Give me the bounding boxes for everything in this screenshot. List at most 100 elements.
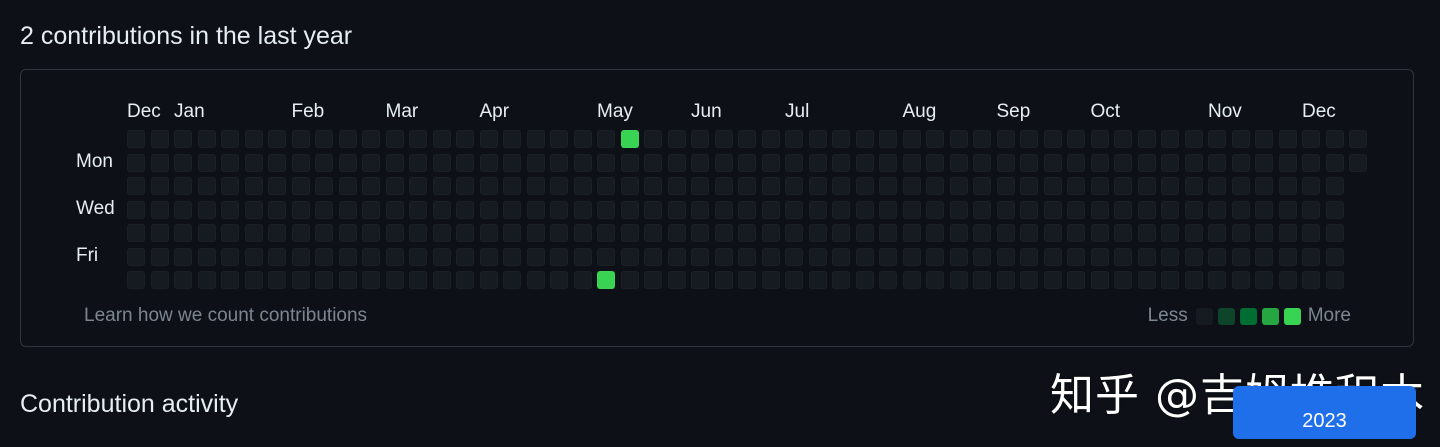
day-cell[interactable] [526, 153, 545, 172]
day-cell[interactable] [855, 130, 874, 148]
day-cell[interactable] [244, 271, 263, 289]
day-cell[interactable] [1325, 177, 1344, 195]
day-cell[interactable] [738, 177, 756, 195]
day-cell[interactable] [644, 247, 662, 266]
day-cell[interactable] [526, 200, 545, 219]
day-cell[interactable] [597, 271, 615, 289]
day-cell[interactable] [973, 177, 991, 195]
day-cell[interactable] [1114, 224, 1132, 242]
day-cell[interactable] [1255, 271, 1273, 289]
day-cell[interactable] [456, 224, 474, 242]
day-cell[interactable] [1255, 200, 1273, 219]
day-cell[interactable] [597, 247, 615, 266]
day-cell[interactable] [949, 247, 968, 266]
day-cell[interactable] [926, 153, 944, 172]
day-cell[interactable] [714, 200, 733, 219]
day-cell[interactable] [550, 200, 568, 219]
day-cell[interactable] [338, 271, 357, 289]
day-cell[interactable] [1208, 177, 1226, 195]
day-cell[interactable] [973, 224, 991, 242]
day-cell[interactable] [1231, 153, 1250, 172]
day-cell[interactable] [597, 177, 615, 195]
day-cell[interactable] [550, 247, 568, 266]
day-cell[interactable] [338, 200, 357, 219]
day-cell[interactable] [902, 153, 921, 172]
day-cell[interactable] [738, 271, 756, 289]
day-cell[interactable] [268, 247, 286, 266]
day-cell[interactable] [1090, 153, 1109, 172]
day-cell[interactable] [1043, 224, 1062, 242]
day-cell[interactable] [902, 200, 921, 219]
day-cell[interactable] [1278, 271, 1297, 289]
day-cell[interactable] [1208, 153, 1226, 172]
day-cell[interactable] [385, 224, 404, 242]
day-cell[interactable] [526, 247, 545, 266]
day-cell[interactable] [479, 177, 498, 195]
day-cell[interactable] [691, 271, 709, 289]
day-cell[interactable] [832, 130, 850, 148]
day-cell[interactable] [1067, 130, 1085, 148]
day-cell[interactable] [1184, 177, 1203, 195]
day-cell[interactable] [315, 224, 333, 242]
day-cell[interactable] [244, 130, 263, 148]
day-cell[interactable] [1067, 224, 1085, 242]
day-cell[interactable] [127, 130, 145, 148]
day-cell[interactable] [479, 247, 498, 266]
day-cell[interactable] [244, 153, 263, 172]
day-cell[interactable] [761, 200, 780, 219]
day-cell[interactable] [761, 130, 780, 148]
day-cell[interactable] [1302, 177, 1320, 195]
day-cell[interactable] [667, 177, 686, 195]
day-cell[interactable] [503, 153, 521, 172]
day-cell[interactable] [197, 200, 216, 219]
day-cell[interactable] [644, 177, 662, 195]
day-cell[interactable] [644, 130, 662, 148]
day-cell[interactable] [926, 247, 944, 266]
day-cell[interactable] [691, 177, 709, 195]
day-cell[interactable] [879, 224, 897, 242]
day-cell[interactable] [1184, 224, 1203, 242]
day-cell[interactable] [973, 247, 991, 266]
day-cell[interactable] [1137, 271, 1156, 289]
day-cell[interactable] [879, 177, 897, 195]
day-cell[interactable] [1020, 177, 1038, 195]
day-cell[interactable] [1184, 153, 1203, 172]
day-cell[interactable] [1114, 271, 1132, 289]
day-cell[interactable] [949, 153, 968, 172]
day-cell[interactable] [1302, 200, 1320, 219]
day-cell[interactable] [432, 271, 451, 289]
day-cell[interactable] [879, 200, 897, 219]
day-cell[interactable] [1161, 271, 1179, 289]
day-cell[interactable] [949, 200, 968, 219]
day-cell[interactable] [738, 200, 756, 219]
day-cell[interactable] [691, 200, 709, 219]
day-cell[interactable] [338, 153, 357, 172]
day-cell[interactable] [855, 177, 874, 195]
day-cell[interactable] [573, 153, 592, 172]
day-cell[interactable] [644, 153, 662, 172]
day-cell[interactable] [1255, 130, 1273, 148]
day-cell[interactable] [268, 200, 286, 219]
day-cell[interactable] [291, 271, 310, 289]
day-cell[interactable] [785, 200, 803, 219]
day-cell[interactable] [1137, 200, 1156, 219]
day-cell[interactable] [973, 200, 991, 219]
day-cell[interactable] [503, 130, 521, 148]
day-cell[interactable] [1349, 130, 1367, 148]
day-cell[interactable] [996, 130, 1015, 148]
day-cell[interactable] [667, 153, 686, 172]
day-cell[interactable] [362, 224, 380, 242]
day-cell[interactable] [808, 247, 827, 266]
day-cell[interactable] [503, 200, 521, 219]
day-cell[interactable] [573, 130, 592, 148]
day-cell[interactable] [1043, 130, 1062, 148]
day-cell[interactable] [738, 247, 756, 266]
day-cell[interactable] [620, 247, 639, 266]
day-cell[interactable] [244, 224, 263, 242]
day-cell[interactable] [1090, 224, 1109, 242]
day-cell[interactable] [197, 271, 216, 289]
day-cell[interactable] [385, 153, 404, 172]
day-cell[interactable] [1255, 153, 1273, 172]
day-cell[interactable] [1090, 130, 1109, 148]
day-cell[interactable] [597, 200, 615, 219]
